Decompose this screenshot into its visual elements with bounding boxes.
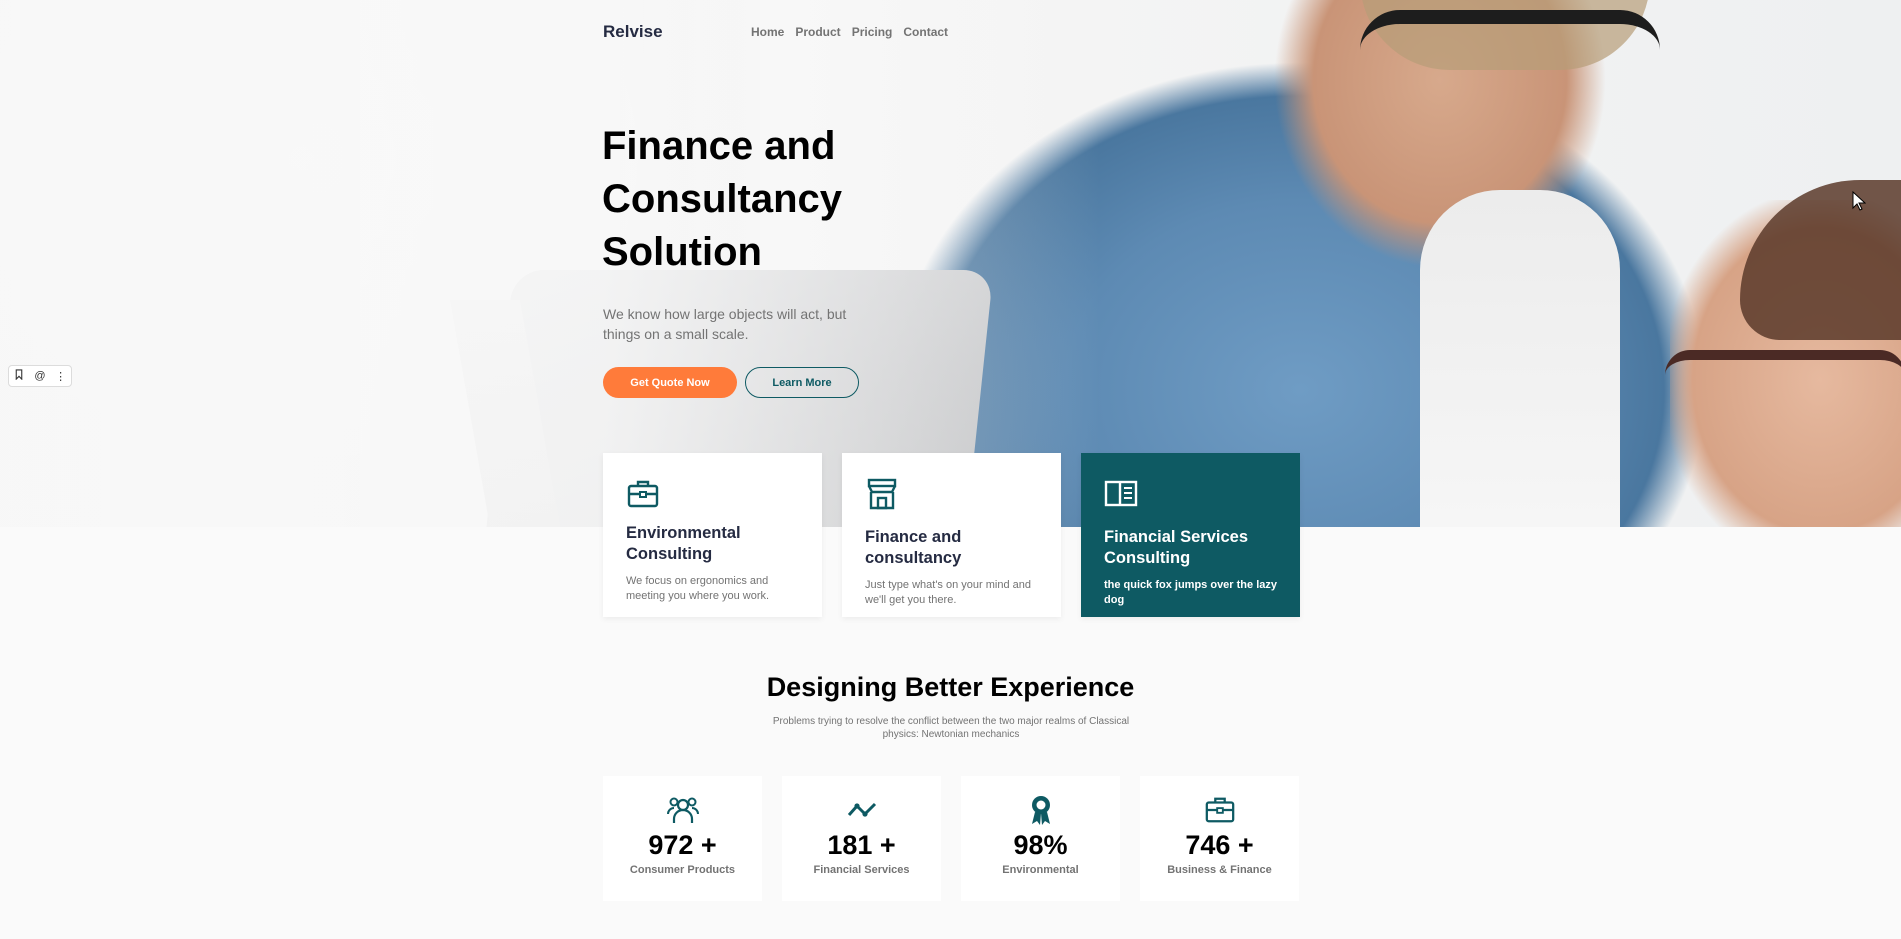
stat-card-consumer-products: 972 + Consumer Products	[603, 776, 762, 901]
trend-line-icon	[847, 802, 876, 817]
service-card-text: Just type what's on your mind and we'll …	[865, 579, 1031, 606]
hero-fade-overlay	[0, 0, 1100, 527]
hero-title-line-1: Finance and	[602, 124, 836, 168]
hero-photo-man-glasses	[1360, 10, 1660, 90]
hero-title-line-2: Consultancy	[602, 177, 843, 221]
stat-value: 972 +	[648, 830, 717, 860]
service-card-finance[interactable]: Finance and consultancy Just type what's…	[842, 453, 1061, 617]
stat-label: Consumer Products	[629, 864, 736, 876]
stat-card-environmental: 98% Environmental	[961, 776, 1120, 901]
section-subtitle: Problems trying to resolve the conflict …	[772, 716, 1130, 740]
mouse-cursor-icon	[1852, 191, 1866, 211]
hero-photo-man-tshirt	[1420, 190, 1620, 527]
hero-photo-woman-glasses	[1665, 350, 1901, 400]
brand-logo[interactable]: Relvise	[603, 22, 663, 42]
hero-subtitle: We know how large objects will act, but …	[603, 306, 847, 342]
learn-more-button[interactable]: Learn More	[745, 367, 859, 398]
nav-link-contact[interactable]: Contact	[903, 25, 948, 39]
stat-card-business-finance: 746 + Business & Finance	[1140, 776, 1299, 901]
nav-link-pricing[interactable]: Pricing	[852, 25, 893, 39]
stat-value: 746 +	[1185, 830, 1254, 860]
service-card-title: Finance and consultancy	[865, 528, 962, 567]
store-icon	[867, 478, 897, 510]
bookmark-icon[interactable]	[10, 369, 28, 383]
more-vertical-icon[interactable]: ⋮	[52, 370, 70, 383]
hero-title: Finance and Consultancy Solution	[602, 120, 922, 279]
hero-section	[0, 0, 1901, 527]
at-sign-icon[interactable]: @	[31, 370, 49, 382]
main-nav: Home Product Pricing Contact	[751, 25, 948, 39]
service-card-title: Environmental Consulting	[626, 524, 741, 563]
service-card-text: the quick fox jumps over the lazy dog	[1104, 579, 1277, 606]
floating-mini-toolbar: @ ⋮	[8, 365, 72, 387]
stat-label: Environmental	[1002, 864, 1079, 876]
nav-link-product[interactable]: Product	[795, 25, 840, 39]
award-icon	[1031, 796, 1050, 825]
stat-value: 98%	[1013, 830, 1068, 860]
nav-link-home[interactable]: Home	[751, 25, 784, 39]
stat-label: Business & Finance	[1167, 864, 1272, 876]
service-card-text: We focus on ergonomics and meeting you w…	[626, 575, 770, 602]
stat-card-financial-services: 181 + Financial Services	[782, 776, 941, 901]
book-open-icon	[1104, 480, 1138, 507]
service-card-title: Financial Services Consulting	[1104, 528, 1248, 567]
briefcase-icon	[627, 480, 659, 508]
stat-value: 181 +	[827, 830, 896, 860]
service-card-financial-services[interactable]: Financial Services Consulting the quick …	[1081, 453, 1300, 617]
hero-title-line-3: Solution	[602, 230, 762, 274]
users-icon	[666, 797, 699, 823]
get-quote-button[interactable]: Get Quote Now	[603, 367, 737, 398]
service-card-environmental[interactable]: Environmental Consulting We focus on erg…	[603, 453, 822, 617]
section-title: Designing Better Experience	[766, 672, 1135, 702]
briefcase-icon	[1205, 797, 1234, 823]
stat-label: Financial Services	[813, 864, 910, 876]
